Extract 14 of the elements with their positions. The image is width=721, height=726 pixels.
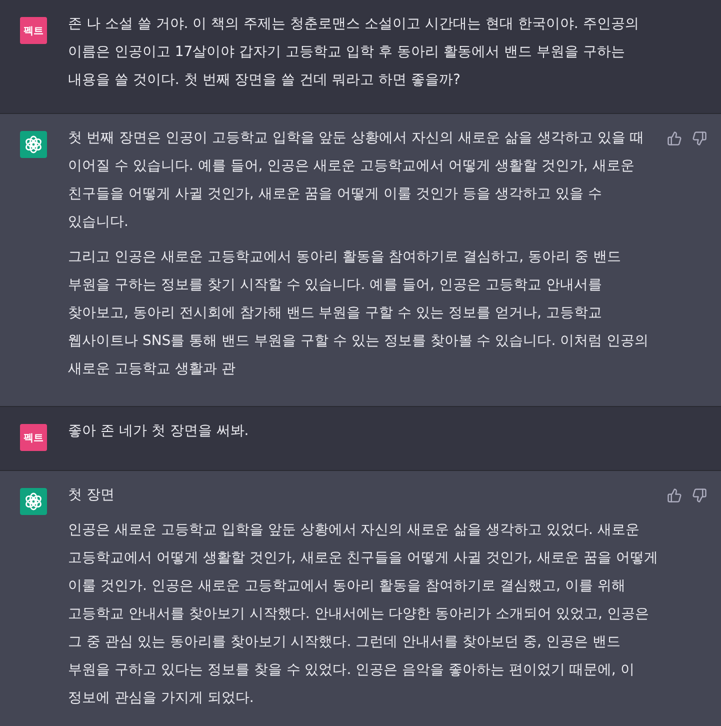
thumbs-up-icon[interactable]: [667, 488, 682, 503]
user-avatar: 펙트: [20, 17, 47, 44]
thumbs-down-icon[interactable]: [692, 131, 707, 146]
message-text: 첫 번째 장면은 인공이 고등학교 입학을 앞둔 상황에서 자신의 새로운 삶을 생각하고 있을 때 이어질 수 있습니다. 예를 들어, 인공은 새로운 고등학교에서 어떻게 생활할 것인가, 새로운 친구들을 어떻게 사귈 것인가, 새로운 꿈을 어떻게 이룰 것인가 등을 생각하고 있을 수 있습니다.: [68, 129, 645, 232]
message-text: 좋아 존 네가 첫 장면을 써봐.: [68, 422, 250, 441]
message-text: 첫 장면: [68, 486, 116, 505]
assistant-logo-icon: [20, 488, 47, 515]
thumbs-down-icon[interactable]: [692, 488, 707, 503]
user-avatar: 펙트: [20, 424, 47, 451]
thumbs-up-icon[interactable]: [667, 131, 682, 146]
message-text: 그리고 인공은 새로운 고등학교에서 동아리 활동을 참여하기로 결심하고, 동아리 중 밴드 부원을 구하는 정보를 찾기 시작할 수 있습니다. 예를 들어, 인공은 고등학교 안내서를 찾아보고, 동아리 전시회에 참가해 밴드 부원을 구할 수 있는 정보를 얻거나, 고등학교 웹사이트나 SNS를 통해 밴드 부원을 구할 수 있는 정보를 찾아볼 수 있습니다. 이처럼 인공의 새로운 고등학교 생활과 관: [68, 248, 650, 379]
message-text: 존 나 소설 쓸 거야. 이 책의 주제는 청춘로맨스 소설이고 시간대는 현대 한국이야. 주인공의 이름은 인공이고 17살이야 갑자기 고등학교 입학 후 동아리 활동에서 밴드 부원을 구하는 내용을 쓸 것이다. 첫 번째 장면을 쓸 건데 뭐라고 하면 좋을까?: [68, 15, 640, 90]
message-text: 인공은 새로운 고등학교 입학을 앞둔 상황에서 자신의 새로운 삶을 생각하고 있었다. 새로운 고등학교에서 어떻게 생활할 것인가, 새로운 친구들을 어떻게 사귈 것인가, 새로운 꿈을 어떻게 이룰 것인가. 인공은 새로운 고등학교에서 동아리 활동을 참여하기로 결심했고, 이를 위해 고등학교 안내서를 찾아보기 시작했다. 안내서에는 다양한 동아리가 소개되어 있었고, 인공은 그 중 관심 있는 동아리를 찾아보기 시작했다. 그런데 안내서를 찾아보던 중, 인공은 밴드 부원을 구하고 있다는 정보를 찾을 수 있었다. 인공은 음악을 좋아하는 편이었기 때문에, 이 정보에 관심을 가지게 되었다.: [68, 521, 658, 708]
assistant-logo-icon: [20, 131, 47, 158]
